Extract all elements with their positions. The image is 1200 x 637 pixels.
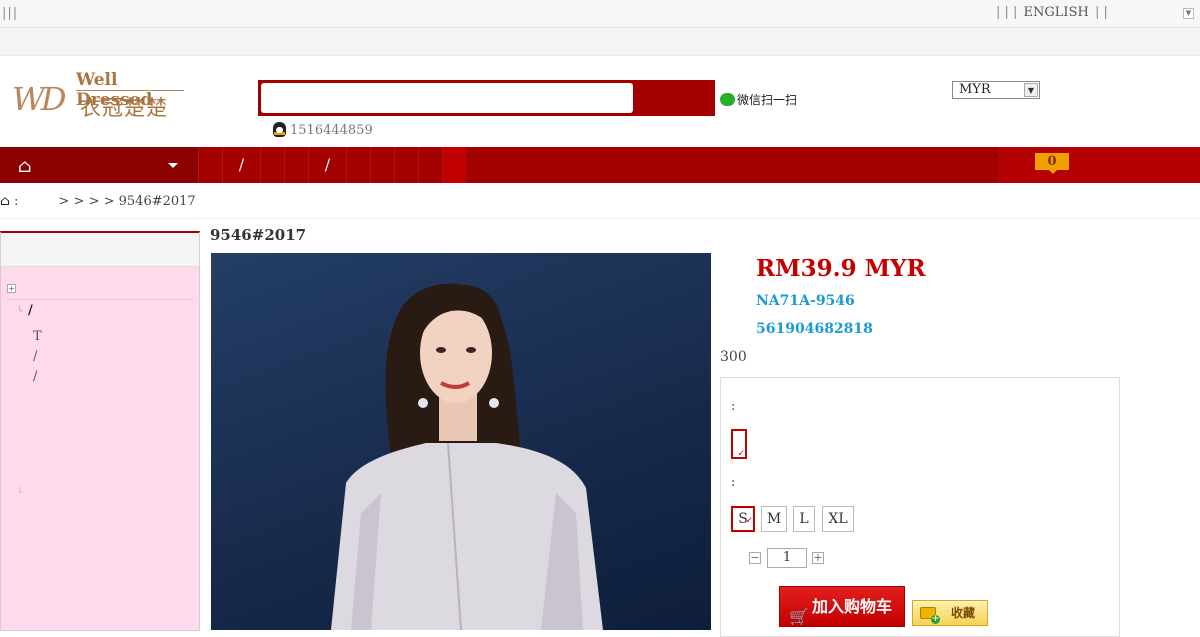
breadcrumb: ⌂: > > > > 9546#2017 [0,194,196,209]
wechat-icon [720,93,735,106]
home-icon: ⌂ [18,156,32,177]
qq-penguin-icon [273,122,286,137]
chevron-down-icon: ▼ [1024,83,1038,97]
top-utility-bar: ||| | | | ENGLISH | | ▼ [0,0,1200,28]
topbar-separators-2: | | [1094,5,1108,20]
nav-item-6[interactable] [346,147,370,183]
model-photo [331,283,603,630]
sidebar-item[interactable]: / [33,349,37,364]
product-code: NA71A-9546 [756,293,855,309]
nav-item-5[interactable]: / [308,147,346,183]
nav-item-10[interactable] [442,147,466,183]
nav-item-4[interactable] [284,147,308,183]
purchase-options: : : S M L XL − 1 + 🛒加入购物车 收藏 [720,377,1120,637]
stock-quantity: 300 [720,349,747,365]
main-nav: ⌂ / / 0 [0,147,1200,183]
tree-node-icon: └ [17,488,23,498]
currency-select[interactable]: MYR ▼ [952,81,1040,99]
search-input[interactable] [261,83,633,113]
nav-item-2[interactable]: / [222,147,260,183]
size-option-s[interactable]: S [731,506,755,532]
currency-selected: MYR [959,82,991,97]
color-swatch-selected[interactable] [731,429,747,459]
size-option-m[interactable]: M [761,506,787,532]
nav-item-1[interactable] [198,147,222,183]
caret-down-icon [168,163,178,168]
breadcrumb-colon: : [14,194,19,209]
nav-cart[interactable]: 0 [996,147,1200,183]
site-logo[interactable]: WD Well Dressed 衣冠楚楚 [10,70,190,120]
divider [0,218,1200,219]
logo-divider [76,90,184,91]
qq-contact[interactable]: 1516444859 [273,122,373,138]
secondary-strip [0,28,1200,56]
expand-icon[interactable]: + [7,284,16,293]
home-icon[interactable]: ⌂ [0,194,14,209]
nav-item-7[interactable] [370,147,394,183]
product-title: 9546#2017 [210,226,307,244]
topbar-separators: | | | [996,5,1018,20]
sidebar-item[interactable]: T [33,329,42,344]
tree-node-icon: └ [17,307,23,317]
topbar-dropdown-icon[interactable]: ▼ [1183,8,1194,19]
sidebar-divider [7,299,193,300]
nav-item-3[interactable] [260,147,284,183]
logo-chinese-name: 衣冠楚楚 [80,96,168,120]
product-price: RM39.9 MYR [756,255,926,282]
wechat-label: 微信扫一扫 [737,93,798,107]
logo-mark: WD [12,80,67,118]
qq-number: 1516444859 [290,123,373,138]
search-button[interactable] [636,80,715,116]
nav-item-5-label: / [324,155,331,174]
breadcrumb-trail: > > > > 9546#2017 [58,194,196,209]
topbar-left-text: ||| [2,6,19,21]
quantity-increase-button[interactable]: + [812,552,824,564]
wechat-scan[interactable]: 微信扫一扫 [720,91,797,108]
cart-icon: 🛒 [789,607,809,626]
size-option-l[interactable]: L [793,506,815,532]
size-option-xl[interactable]: XL [822,506,854,532]
nav-item-9[interactable] [418,147,442,183]
sidebar-item[interactable]: / [33,369,37,384]
topbar-links: | | | ENGLISH | | [996,5,1108,20]
category-sidebar: + └ / T / / └ [0,231,200,631]
color-label: : [731,399,736,414]
nav-item-8[interactable] [394,147,418,183]
quantity-input[interactable]: 1 [767,548,807,568]
cart-count-badge: 0 [1035,153,1069,174]
sidebar-item[interactable]: / [28,303,33,318]
size-label: : [731,475,736,490]
product-image[interactable] [211,253,711,630]
favorite-label: 收藏 [950,606,975,620]
nav-home[interactable]: ⌂ [0,147,198,183]
search-bar [258,80,715,116]
add-to-cart-button[interactable]: 🛒 加入购物车 [779,586,905,627]
add-to-cart-label: 加入购物车 [811,597,892,616]
quantity-decrease-button[interactable]: − [749,552,761,564]
folder-add-icon [920,607,940,624]
language-english-link[interactable]: ENGLISH [1024,5,1089,20]
favorite-button[interactable]: 收藏 [912,600,988,626]
nav-item-2-label: / [238,155,245,174]
product-barcode: 561904682818 [756,321,873,337]
sidebar-header [1,233,199,267]
